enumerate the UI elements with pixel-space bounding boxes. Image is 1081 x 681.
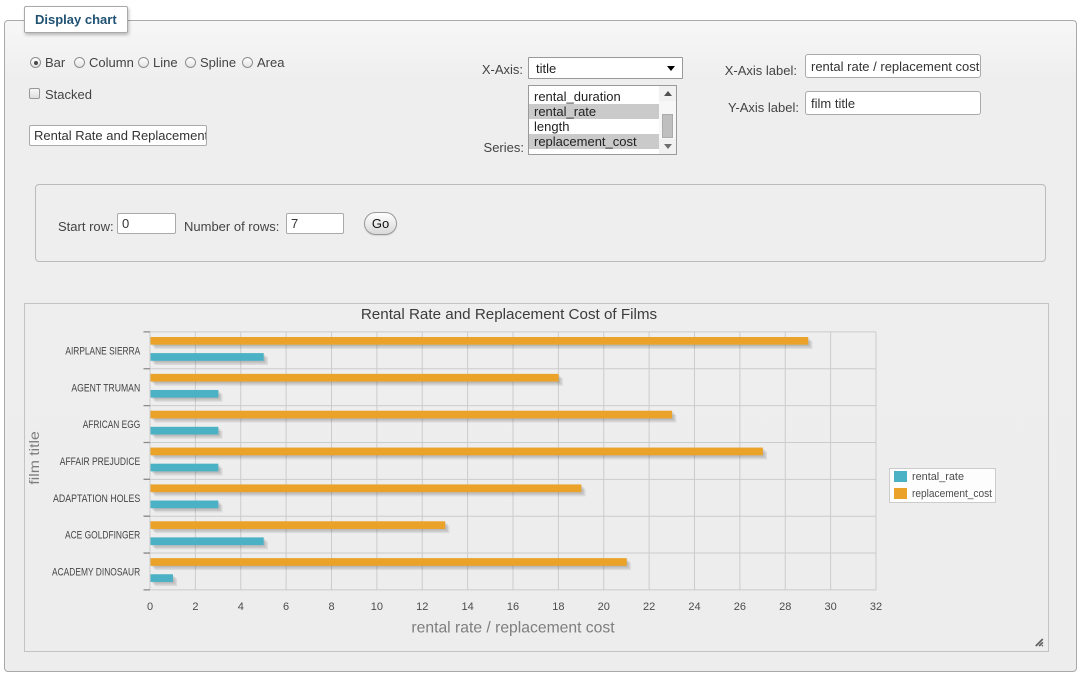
svg-text:rental rate / replacement cost: rental rate / replacement cost [411,620,615,637]
svg-text:AIRPLANE SIERRA: AIRPLANE SIERRA [65,345,140,357]
svg-text:AFRICAN EGG: AFRICAN EGG [83,419,141,431]
svg-text:10: 10 [371,601,383,613]
svg-text:2: 2 [192,601,198,613]
svg-text:AGENT TRUMAN: AGENT TRUMAN [71,382,140,394]
svg-text:ACE GOLDFINGER: ACE GOLDFINGER [65,530,140,542]
svg-text:ACADEMY DINOSAUR: ACADEMY DINOSAUR [52,567,140,579]
svg-text:26: 26 [734,601,746,613]
svg-text:30: 30 [824,601,836,613]
svg-text:32: 32 [870,601,882,613]
svg-text:28: 28 [779,601,791,613]
svg-text:replacement_cost: replacement_cost [912,488,992,500]
svg-text:18: 18 [552,601,564,613]
svg-text:12: 12 [416,601,428,613]
svg-text:rental_rate: rental_rate [912,471,964,483]
svg-text:22: 22 [643,601,655,613]
svg-text:film title: film title [26,431,42,485]
svg-text:20: 20 [598,601,610,613]
svg-text:24: 24 [688,601,700,613]
svg-text:4: 4 [238,601,244,613]
svg-text:14: 14 [461,601,473,613]
svg-text:0: 0 [147,601,153,613]
svg-text:16: 16 [507,601,519,613]
svg-text:AFFAIR PREJUDICE: AFFAIR PREJUDICE [60,456,140,468]
svg-text:ADAPTATION HOLES: ADAPTATION HOLES [53,493,140,505]
svg-text:6: 6 [283,601,289,613]
svg-text:Rental Rate and Replacement Co: Rental Rate and Replacement Cost of Film… [361,306,658,323]
svg-text:8: 8 [328,601,334,613]
